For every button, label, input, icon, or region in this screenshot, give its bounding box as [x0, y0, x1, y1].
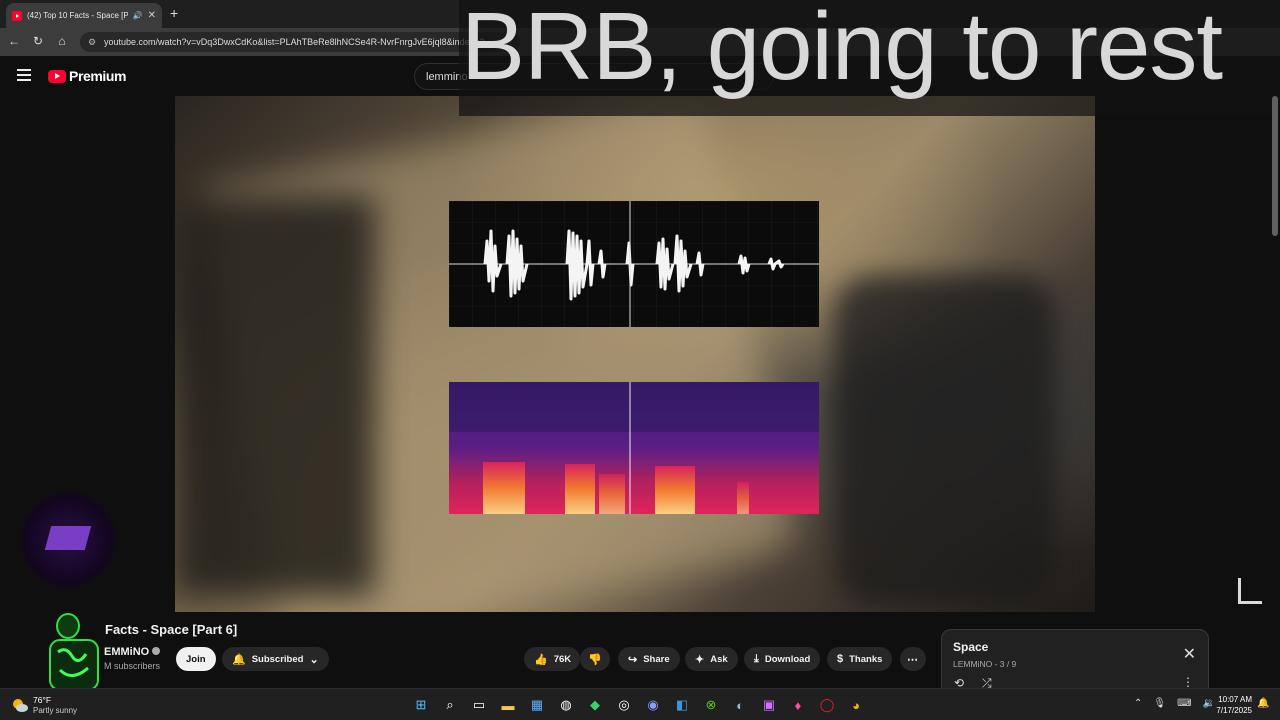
screen: (42) Top 10 Facts - Space [P 🔊 ✕ + ← ↻ ⌂…	[0, 0, 1280, 720]
task-view-icon[interactable]: ▭	[468, 694, 490, 716]
brb-text: BRB, going to rest	[461, 0, 1223, 100]
browser-tab[interactable]: (42) Top 10 Facts - Space [P 🔊 ✕	[6, 3, 162, 28]
download-icon: ⤓	[754, 652, 759, 665]
bell-icon: 🔔	[232, 653, 246, 666]
sparkle-icon: ✦	[695, 653, 705, 666]
dislike-button[interactable]: 👎	[580, 647, 610, 671]
clock-date: 7/17/2025	[1216, 706, 1252, 715]
channel-name[interactable]: EMMiNO	[104, 646, 161, 658]
youtube-logo-icon[interactable]	[48, 70, 66, 83]
thumbs-up-icon: 👍	[534, 653, 548, 666]
like-button[interactable]: 👍 76K	[524, 647, 580, 671]
subscriber-count: M subscribers	[104, 661, 161, 671]
steam-icon[interactable]: ◐	[729, 694, 751, 716]
share-button[interactable]: ↪ Share	[618, 647, 680, 671]
thanks-label: Thanks	[849, 653, 883, 665]
ask-button[interactable]: ✦ Ask	[685, 647, 738, 671]
file-explorer-icon[interactable]: ▬	[497, 694, 519, 716]
page-scrollbar[interactable]	[1272, 96, 1278, 236]
notification-icon[interactable]: 🔔	[1257, 698, 1269, 709]
chevron-down-icon: ⌄	[309, 653, 319, 666]
xbox-icon[interactable]: ⊗	[700, 694, 722, 716]
more-actions-button[interactable]: ⋯	[900, 647, 926, 671]
streamer-logo	[18, 490, 118, 590]
taskbar-apps: ⊞ ⌕ ▭ ▬ ▦ ◍ ◆ ◎ ◉ ◧ ⊗ ◐ ▣ ♦ ◯ ◕	[410, 694, 867, 716]
app-icon-5[interactable]: ♦	[787, 694, 809, 716]
subscribed-label: Subscribed	[251, 653, 304, 665]
playlist-subtitle: LEMMiNO - 3 / 9	[953, 659, 1017, 669]
playlist-title[interactable]: Space	[953, 640, 988, 654]
video-title: Facts - Space [Part 6]	[105, 622, 238, 637]
app-icon-2[interactable]: ◆	[584, 694, 606, 716]
discord-icon[interactable]: ◉	[642, 694, 664, 716]
tab-title: (42) Top 10 Facts - Space [P	[27, 11, 128, 20]
like-count: 76K	[553, 653, 572, 665]
windows-start-icon[interactable]: ⊞	[410, 694, 432, 716]
app-icon-1[interactable]: ◍	[555, 694, 577, 716]
spectrogram-graphic	[449, 382, 819, 514]
home-icon[interactable]: ⌂	[54, 34, 70, 48]
app-icon-3[interactable]: ◎	[613, 694, 635, 716]
verified-icon	[152, 647, 161, 655]
video-player[interactable]	[175, 96, 1095, 612]
video-blur-dark-object	[835, 276, 1055, 606]
search-icon[interactable]: ⌕	[439, 694, 461, 716]
mic-icon[interactable]: 🎙	[1153, 698, 1166, 709]
site-info-icon[interactable]: ⚙	[88, 37, 96, 48]
speaker-icon: 🔊	[132, 11, 143, 20]
store-icon[interactable]: ▦	[526, 694, 548, 716]
share-icon: ↪	[628, 653, 638, 666]
share-label: Share	[643, 653, 670, 665]
back-icon[interactable]: ←	[6, 34, 22, 48]
opera-icon[interactable]: ◯	[816, 694, 838, 716]
more-icon: ⋯	[907, 653, 918, 666]
streamer-logo-mark	[44, 526, 92, 550]
url-text: youtube.com/watch?v=vDq3DwxCdKo&list=PLA…	[104, 37, 485, 47]
download-label: Download	[764, 653, 811, 665]
network-icon[interactable]: ⌨	[1177, 698, 1191, 709]
reload-icon[interactable]: ↻	[30, 34, 46, 48]
ask-label: Ask	[710, 653, 728, 665]
chrome-icon[interactable]: ◕	[845, 694, 867, 716]
chevron-up-icon[interactable]: ⌃	[1134, 698, 1142, 709]
outlook-icon[interactable]: ◧	[671, 694, 693, 716]
thanks-icon: $	[837, 653, 844, 665]
playlist-more-icon[interactable]: ⋮	[1182, 675, 1194, 689]
url-field[interactable]: ⚙ youtube.com/watch?v=vDq3DwxCdKo&list=P…	[80, 32, 520, 52]
thanks-button[interactable]: $ Thanks	[827, 647, 893, 671]
new-tab-button[interactable]: +	[170, 5, 178, 21]
join-button[interactable]: Join	[176, 647, 216, 671]
channel-name-text: EMMiNO	[104, 646, 150, 658]
download-button[interactable]: ⤓ Download	[744, 647, 821, 671]
thumbs-down-icon: 👎	[588, 653, 602, 666]
premium-label[interactable]: Premium	[69, 68, 127, 84]
clock-time: 10:07 AM	[1218, 695, 1252, 704]
app-icon-4[interactable]: ▣	[758, 694, 780, 716]
lemmino-watermark-icon	[1238, 578, 1262, 604]
youtube-favicon-icon	[12, 10, 22, 21]
weather-condition[interactable]: Partly sunny	[33, 706, 77, 715]
clock[interactable]: 10:07 AM 7/17/2025	[1212, 694, 1252, 716]
close-icon[interactable]: ✕	[1183, 644, 1196, 664]
tab-close-icon[interactable]: ✕	[148, 10, 156, 21]
waveform-graphic	[449, 201, 819, 327]
system-tray: ⌃ 🎙 ⌨ 🔉	[1134, 698, 1215, 709]
weather-icon[interactable]	[12, 698, 28, 712]
menu-icon[interactable]	[17, 69, 31, 81]
brb-overlay: BRB, going to rest	[459, 0, 1280, 116]
subscribed-button[interactable]: 🔔 Subscribed ⌄	[222, 647, 329, 671]
join-label: Join	[186, 653, 206, 665]
taskbar: 76°F Partly sunny ⊞ ⌕ ▭ ▬ ▦ ◍ ◆ ◎ ◉ ◧ ⊗ …	[0, 688, 1280, 720]
weather-temp[interactable]: 76°F	[33, 695, 51, 705]
video-blur-left-shadow	[175, 196, 375, 596]
